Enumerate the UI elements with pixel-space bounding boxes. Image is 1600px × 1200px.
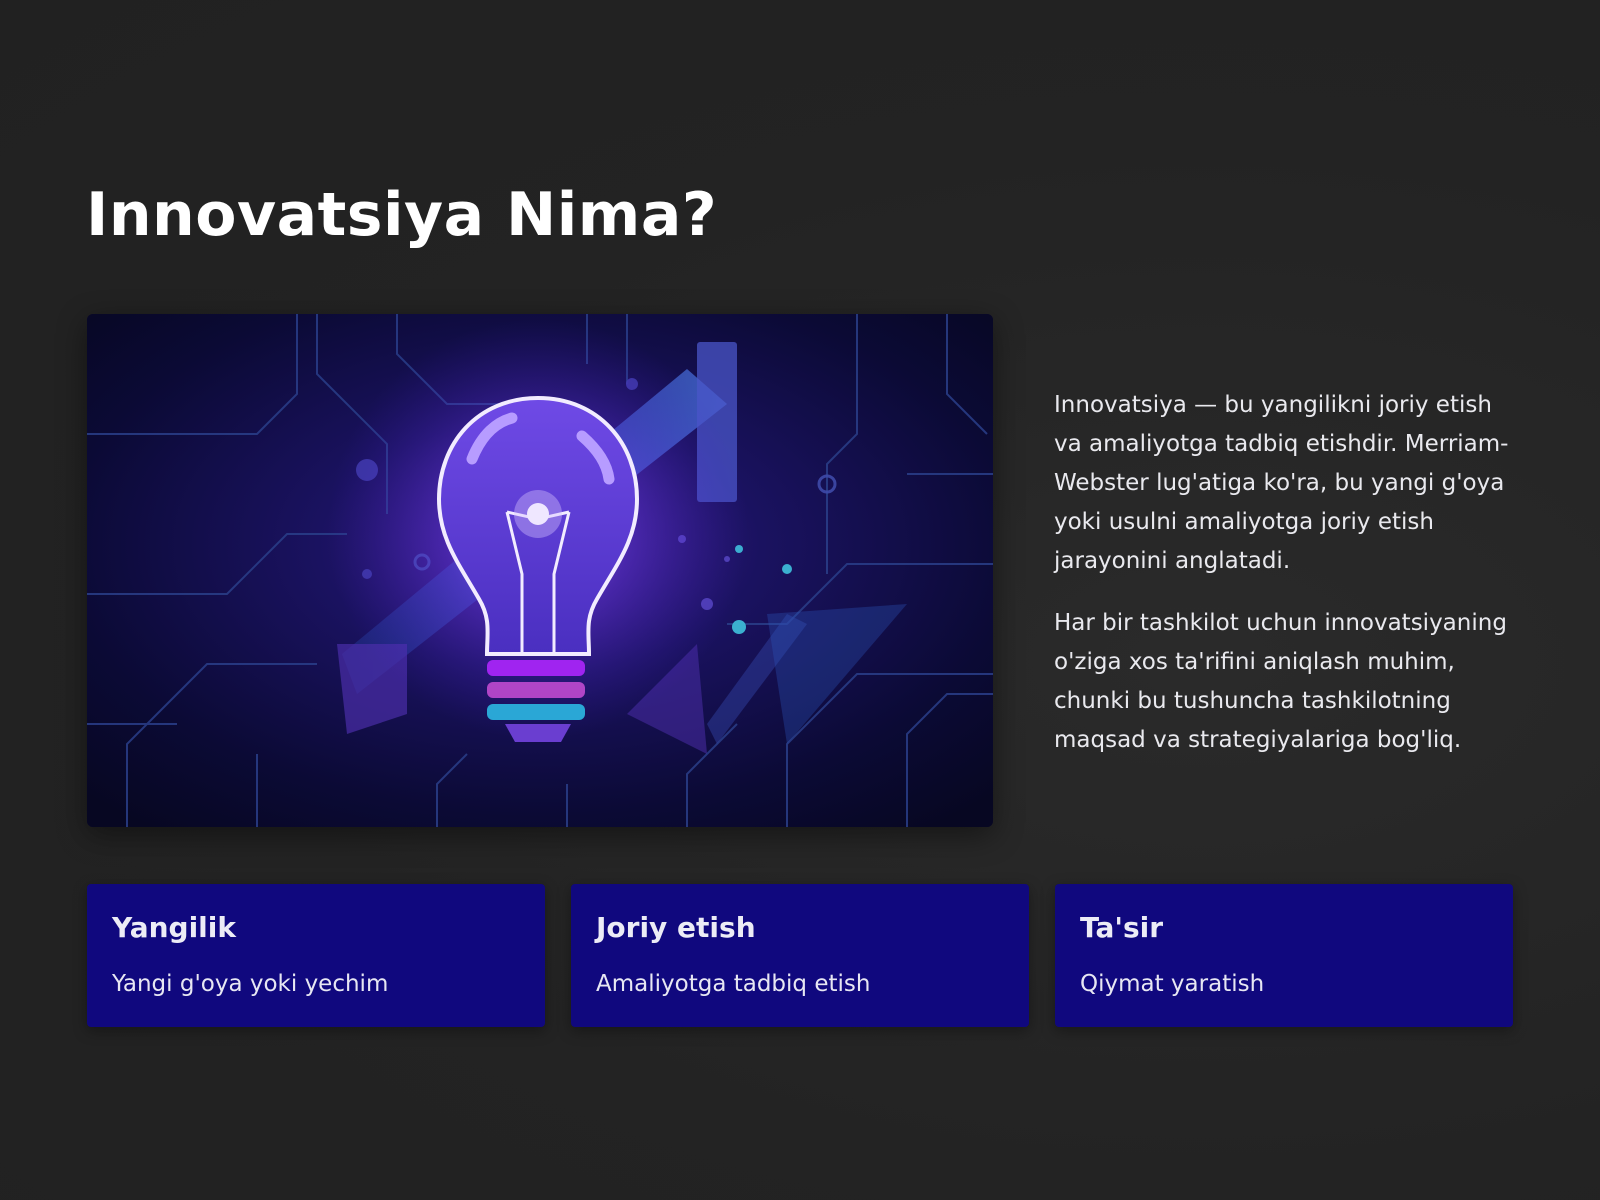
card-tasir: Ta'sir Qiymat yaratish [1055,884,1513,1027]
page-title: Innovatsiya Nima? [86,180,718,250]
lightbulb-circuit-illustration [87,314,993,827]
card-subtitle: Yangi g'oya yoki yechim [112,971,389,997]
paragraph-definition: Innovatsiya — bu yangilikni joriy etish … [1054,392,1509,574]
card-title: Ta'sir [1080,911,1164,944]
hero-image [87,314,993,827]
card-title: Yangilik [112,911,236,944]
card-subtitle: Amaliyotga tadbiq etish [596,971,871,997]
description: Innovatsiya — bu yangilikni joriy etish … [1054,386,1524,783]
card-title: Joriy etish [596,911,756,944]
card-yangilik: Yangilik Yangi g'oya yoki yechim [87,884,545,1027]
card-joriy-etish: Joriy etish Amaliyotga tadbiq etish [571,884,1029,1027]
paragraph-importance: Har bir tashkilot uchun innovatsiyaning … [1054,610,1507,753]
card-subtitle: Qiymat yaratish [1080,971,1265,997]
feature-cards: Yangilik Yangi g'oya yoki yechim Joriy e… [87,884,1513,1027]
slide: Innovatsiya Nima? Innovatsiya — bu yangi… [0,0,1600,1200]
